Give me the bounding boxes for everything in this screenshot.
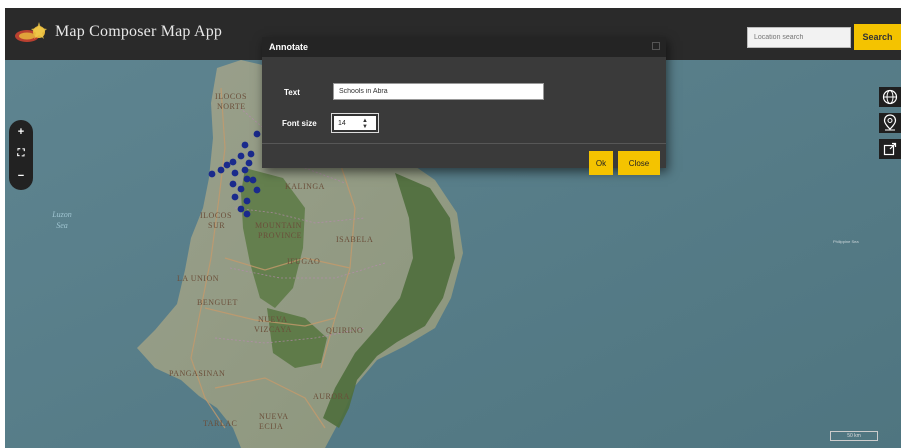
map-label-ilocos-sur-1: ILOCOS	[200, 211, 232, 220]
dialog-close-icon[interactable]	[652, 42, 660, 50]
map-label-quirino: QUIRINO	[326, 326, 364, 335]
map-label-aurora: AURORA	[313, 392, 350, 401]
luzon-sea-label-2: Sea	[56, 221, 68, 230]
scale-bar: 50 km	[830, 431, 878, 441]
annotate-dialog: Annotate Text Font size ▲▼ Ok Close	[262, 37, 666, 175]
map-label-pangasinan: PANGASINAN	[169, 369, 226, 378]
map-label-mountain-province-2: PROVINCE	[258, 231, 303, 240]
zoom-out-button[interactable]: −	[9, 170, 33, 182]
text-label: Text	[284, 88, 300, 97]
luzon-sea-label-1: Luzon	[52, 210, 72, 219]
dialog-divider	[262, 143, 666, 144]
map-label-nueva-vizcaya-1: NUEVA	[258, 315, 288, 324]
app-logo-icon	[13, 20, 49, 50]
map-label-ilocos-sur-2: SUR	[208, 221, 226, 230]
search-button[interactable]: Search	[854, 24, 901, 50]
location-search-input[interactable]	[747, 27, 851, 48]
export-icon[interactable]	[879, 139, 901, 159]
font-size-stepper-icon[interactable]: ▲ ▼	[362, 118, 368, 130]
map-label-ilocos-norte-1: ILOCOS	[215, 92, 247, 101]
map-pin-icon[interactable]	[879, 113, 901, 133]
fullscreen-button[interactable]: ⛶	[9, 148, 33, 159]
map-label-benguet: BENGUET	[197, 298, 238, 307]
map-tools	[879, 87, 901, 161]
close-button[interactable]: Close	[618, 151, 660, 175]
font-size-label: Font size	[282, 119, 317, 128]
map-label-isabela: ISABELA	[336, 235, 374, 244]
map-label-ifugao: IFUGAO	[287, 257, 321, 266]
map-label-nueva-ecija-1: NUEVA	[259, 412, 289, 421]
zoom-in-button[interactable]: +	[9, 126, 33, 138]
font-size-input[interactable]	[331, 113, 379, 133]
dialog-titlebar[interactable]: Annotate	[262, 37, 666, 57]
map-label-nueva-vizcaya-2: VIZCAYA	[254, 325, 292, 334]
annotation-text-input[interactable]	[333, 83, 544, 100]
map-label-ilocos-norte-2: NORTE	[217, 102, 246, 111]
map-label-la-union: LA UNION	[177, 274, 219, 283]
philippine-sea-label: Philippine Sea	[833, 239, 859, 244]
globe-icon[interactable]	[879, 87, 901, 107]
ok-button[interactable]: Ok	[589, 151, 613, 175]
map-label-kalinga: KALINGA	[285, 182, 325, 191]
map-label-mountain-province-1: MOUNTAIN	[255, 221, 302, 230]
app-title: Map Composer Map App	[55, 23, 223, 40]
dialog-title: Annotate	[269, 42, 308, 52]
map-label-nueva-ecija-2: ECIJA	[259, 422, 284, 431]
zoom-controls: + ⛶ −	[9, 120, 33, 190]
map-label-tarlac: TARLAC	[203, 419, 238, 428]
app-window: ILOCOS NORTE ILOCOS SUR KALINGA MOUNTAIN…	[5, 8, 901, 448]
